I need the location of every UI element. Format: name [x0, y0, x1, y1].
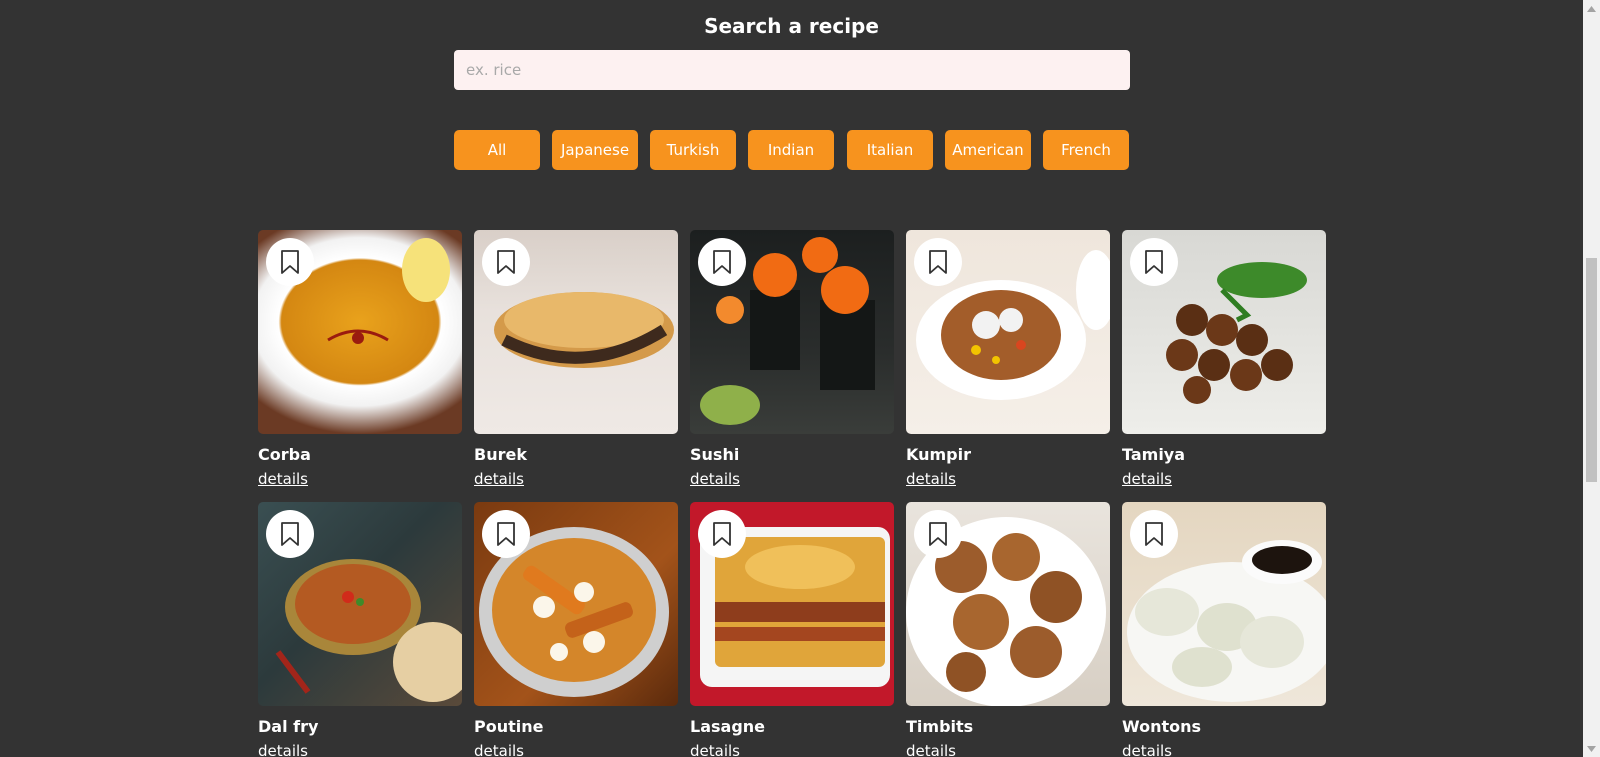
bookmark-icon[interactable]	[1130, 510, 1178, 558]
bookmark-icon[interactable]	[1130, 238, 1178, 286]
details-link[interactable]: details	[690, 741, 740, 757]
recipe-name: Lasagne	[690, 717, 766, 736]
filter-all-button[interactable]: All	[454, 130, 540, 170]
recipe-card-tamiya: Tamiya details	[1122, 230, 1326, 489]
search-input[interactable]	[454, 50, 1130, 90]
bookmark-icon[interactable]	[266, 238, 314, 286]
recipe-image[interactable]	[258, 230, 462, 434]
filter-turkish-button[interactable]: Turkish	[650, 130, 736, 170]
recipe-search-page: Search a recipe All Japanese Turkish Ind…	[0, 0, 1600, 757]
bookmark-icon[interactable]	[914, 238, 962, 286]
details-link[interactable]: details	[1122, 741, 1172, 757]
bookmark-icon[interactable]	[482, 238, 530, 286]
recipe-card-burek: Burek details	[474, 230, 678, 489]
recipe-image[interactable]	[906, 502, 1110, 706]
recipe-name: Tamiya	[1122, 445, 1186, 464]
search-title: Search a recipe	[704, 14, 879, 38]
recipe-name: Timbits	[906, 717, 974, 736]
scroll-up-icon[interactable]	[1583, 0, 1600, 17]
recipe-name: Poutine	[474, 717, 544, 736]
details-link[interactable]: details	[906, 469, 956, 489]
bookmark-icon[interactable]	[698, 238, 746, 286]
bookmark-icon[interactable]	[266, 510, 314, 558]
recipe-image[interactable]	[906, 230, 1110, 434]
recipe-image[interactable]	[258, 502, 462, 706]
recipe-name: Sushi	[690, 445, 740, 464]
bookmark-icon[interactable]	[482, 510, 530, 558]
recipe-card-kumpir: Kumpir details	[906, 230, 1110, 489]
recipe-card-lasagne: Lasagne details	[690, 502, 894, 757]
recipe-card-poutine: Poutine details	[474, 502, 678, 757]
filter-italian-button[interactable]: Italian	[847, 130, 933, 170]
bookmark-icon[interactable]	[914, 510, 962, 558]
recipe-name: Burek	[474, 445, 527, 464]
details-link[interactable]: details	[690, 469, 740, 489]
details-link[interactable]: details	[258, 741, 308, 757]
filter-american-button[interactable]: American	[945, 130, 1031, 170]
cuisine-filters: All Japanese Turkish Indian Italian Amer…	[454, 130, 1130, 170]
details-link[interactable]: details	[1122, 469, 1172, 489]
details-link[interactable]: details	[474, 741, 524, 757]
recipe-name: Dal fry	[258, 717, 319, 736]
recipe-name: Kumpir	[906, 445, 972, 464]
recipe-image[interactable]	[690, 230, 894, 434]
recipe-card-wontons: Wontons details	[1122, 502, 1326, 757]
recipe-name: Corba	[258, 445, 311, 464]
recipe-image[interactable]	[690, 502, 894, 706]
recipe-name: Wontons	[1122, 717, 1202, 736]
recipe-image[interactable]	[474, 502, 678, 706]
details-link[interactable]: details	[906, 741, 956, 757]
filter-japanese-button[interactable]: Japanese	[552, 130, 638, 170]
scrollbar-thumb[interactable]	[1586, 258, 1597, 482]
scroll-down-icon[interactable]	[1583, 740, 1600, 757]
recipe-card-corba: Corba details	[258, 230, 462, 489]
vertical-scrollbar[interactable]	[1583, 0, 1600, 757]
recipe-card-dal-fry: Dal fry details	[258, 502, 462, 757]
recipe-card-timbits: Timbits details	[906, 502, 1110, 757]
recipe-image[interactable]	[1122, 502, 1326, 706]
recipe-card-sushi: Sushi details	[690, 230, 894, 489]
recipe-image[interactable]	[1122, 230, 1326, 434]
details-link[interactable]: details	[474, 469, 524, 489]
filter-french-button[interactable]: French	[1043, 130, 1129, 170]
filter-indian-button[interactable]: Indian	[748, 130, 834, 170]
bookmark-icon[interactable]	[698, 510, 746, 558]
details-link[interactable]: details	[258, 469, 308, 489]
recipe-image[interactable]	[474, 230, 678, 434]
